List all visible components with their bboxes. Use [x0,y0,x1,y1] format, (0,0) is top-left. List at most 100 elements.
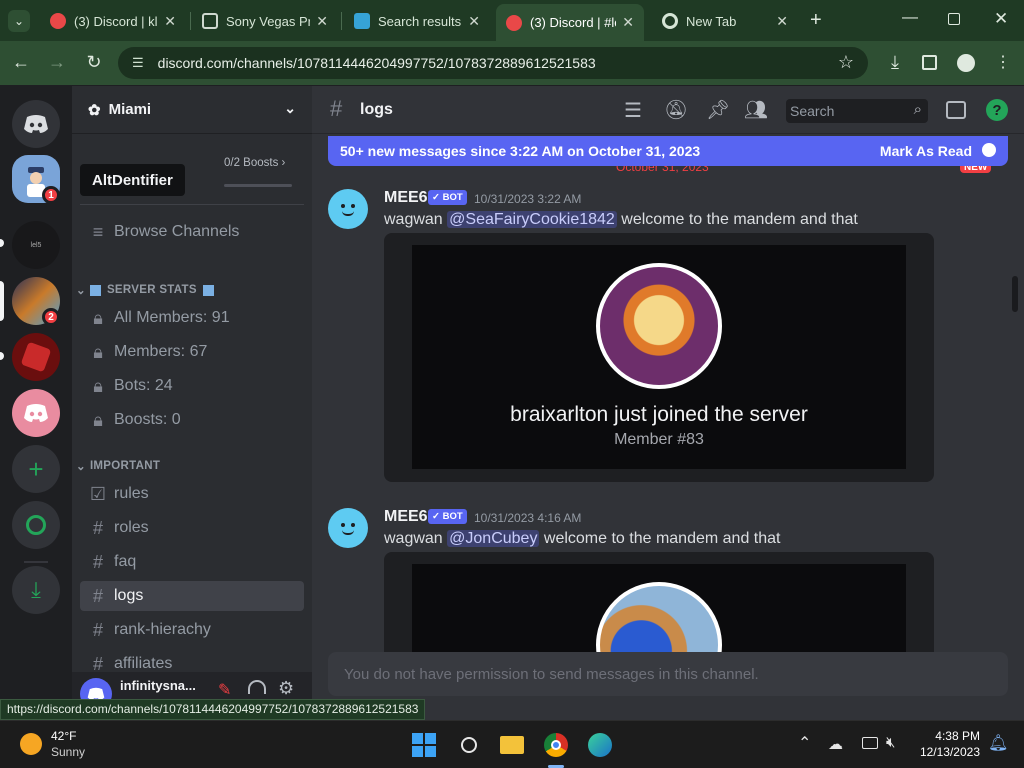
close-icon[interactable]: ✕ [622,14,634,31]
pin-icon[interactable]: 📌︎ [706,98,730,122]
site-settings-icon[interactable]: ☰ [132,55,144,71]
weather-sun-icon[interactable] [20,733,42,755]
channel-all-members[interactable]: 🔒︎ All Members: 91 [80,303,304,333]
browser-tab-3[interactable]: Search results f ✕ [344,6,490,36]
avatar[interactable] [328,189,368,229]
download-icon[interactable]: ⤓ [884,52,906,73]
browser-tab-4-active[interactable]: (3) Discord | #lo ✕ [496,4,644,41]
weather-desc: Sunny [51,745,86,759]
channel-bots[interactable]: 🔒︎ Bots: 24 [80,371,304,401]
close-window-button[interactable]: ✕ [994,9,1008,29]
channel-logs-selected[interactable]: # logs [80,581,304,611]
profile-icon[interactable] [957,54,975,72]
channel-roles[interactable]: # roles [80,513,304,543]
tab-title: (3) Discord | kla [74,13,159,29]
close-icon[interactable]: ✕ [468,13,480,30]
notification-bell-muted-icon[interactable]: 🔕︎ [664,98,688,122]
server-header[interactable]: ✿ Miami ⌄ [72,86,312,134]
welcome-title: braixarlton just joined the server [510,403,808,426]
server-red-icon[interactable] [12,333,60,381]
search-icon[interactable] [455,731,483,759]
message-text: welcome to the mandem and that [539,530,781,547]
browser-menu-icon[interactable]: ⋮ [992,52,1014,72]
close-icon[interactable]: ✕ [776,13,788,30]
channel-label: affiliates [114,655,173,672]
notification-bell-icon[interactable]: 🔔︎ [988,733,1008,753]
display-icon[interactable] [862,737,878,749]
bookmark-star-icon[interactable]: ☆ [838,52,854,73]
sidebar-divider [80,204,304,205]
message-author[interactable]: MEE6 [384,508,428,526]
avatar[interactable] [328,508,368,548]
clock-date[interactable]: 12/13/2023 [910,745,980,759]
back-button[interactable]: ← [10,52,32,73]
new-messages-banner[interactable]: 50+ new messages since 3:22 AM on Octobe… [328,136,1008,166]
member-list-icon[interactable]: 👥︎ [744,98,768,122]
forward-button[interactable]: → [46,52,68,73]
boosts-link[interactable]: 0/2 Boosts › [224,157,285,169]
user-mention[interactable]: @JonCubey [447,530,540,547]
browser-toolbar: ← → ↻ ☰ discord.com/channels/10781144462… [0,41,1024,85]
mark-as-read-button[interactable]: Mark As Read [880,143,972,159]
browse-channels-item[interactable]: ≡ Browse Channels [80,217,304,247]
server-pink-discord-icon[interactable] [12,389,60,437]
reload-button[interactable]: ↻ [83,52,105,73]
mute-mic-icon[interactable]: ✎ [218,680,231,700]
discord-home-icon[interactable] [12,100,60,148]
edge-icon[interactable] [586,731,614,759]
channel-rank-hierachy[interactable]: # rank-hierachy [80,615,304,645]
welcome-embed[interactable]: braixarlton just joined the server Membe… [384,233,934,482]
minimize-window-button[interactable]: — [902,9,918,27]
close-icon[interactable]: ✕ [316,13,328,30]
clock-time[interactable]: 4:38 PM [910,729,980,743]
close-icon[interactable]: ✕ [164,13,176,30]
user-mention[interactable]: @SeaFairyCookie1842 [447,211,617,228]
chrome-icon[interactable] [542,731,570,759]
member-number: Member #83 [614,431,704,448]
server-selected-pill [0,281,4,321]
windows-start-icon[interactable] [410,731,438,759]
server-dark-icon[interactable]: lel5 [12,221,60,269]
browser-tab-1[interactable]: (3) Discord | kla ✕ [40,6,186,36]
museum-icon [202,13,218,29]
add-server-icon[interactable]: + [12,445,60,493]
category-important[interactable]: ⌄ IMPORTANT [76,459,160,473]
browser-tab-5[interactable]: New Tab ✕ [652,6,798,36]
channel-members[interactable]: 🔒︎ Members: 67 [80,337,304,367]
scrollbar[interactable] [1012,276,1018,312]
channel-rules[interactable]: ☑ rules [80,479,304,509]
chevron-down-icon: ⌄ [76,461,86,473]
restore-window-button[interactable] [948,13,960,25]
help-icon[interactable]: ? [986,99,1008,121]
lock-icon: 🔒︎ [93,409,103,430]
chrome-icon [662,13,678,29]
discord-badge-icon [506,14,522,31]
threads-icon[interactable]: ☰ [624,98,642,123]
browser-tab-2[interactable]: Sony Vegas Pro ✕ [192,6,338,36]
message-input-disabled: You do not have permission to send messa… [328,652,1008,696]
side-panel-icon[interactable] [922,55,937,70]
bot-tag-label: BOT [442,511,463,522]
headphones-icon[interactable] [248,680,266,694]
inbox-icon[interactable] [946,101,966,119]
download-apps-icon[interactable]: ⤓ [12,566,60,614]
chevron-up-icon[interactable]: ⌃ [798,733,811,753]
volume-muted-icon[interactable]: 🔇︎ [886,734,895,751]
explore-servers-icon[interactable] [12,501,60,549]
channel-faq[interactable]: # faq [80,547,304,577]
gear-icon[interactable]: ⚙ [278,678,294,699]
message-text: wagwan [384,211,448,228]
chart-emoji-icon [89,284,101,296]
file-explorer-icon[interactable] [498,731,526,759]
new-tab-button[interactable]: + [810,9,822,32]
category-server-stats[interactable]: ⌄ SERVER STATS [76,283,214,297]
message-author[interactable]: MEE6 [384,189,428,207]
verified-check-icon: ✓ [432,511,440,522]
address-bar[interactable]: ☰ discord.com/channels/10781144462049977… [118,47,868,79]
tab-search-button[interactable]: ⌄ [8,10,30,32]
hashtag-icon: # [92,551,103,572]
search-input[interactable]: Search ⌕ [786,99,928,123]
onedrive-icon[interactable]: ☁ [828,735,843,753]
channel-boosts[interactable]: 🔒︎ Boosts: 0 [80,405,304,435]
server-tooltip: AltDentifier [80,164,185,196]
